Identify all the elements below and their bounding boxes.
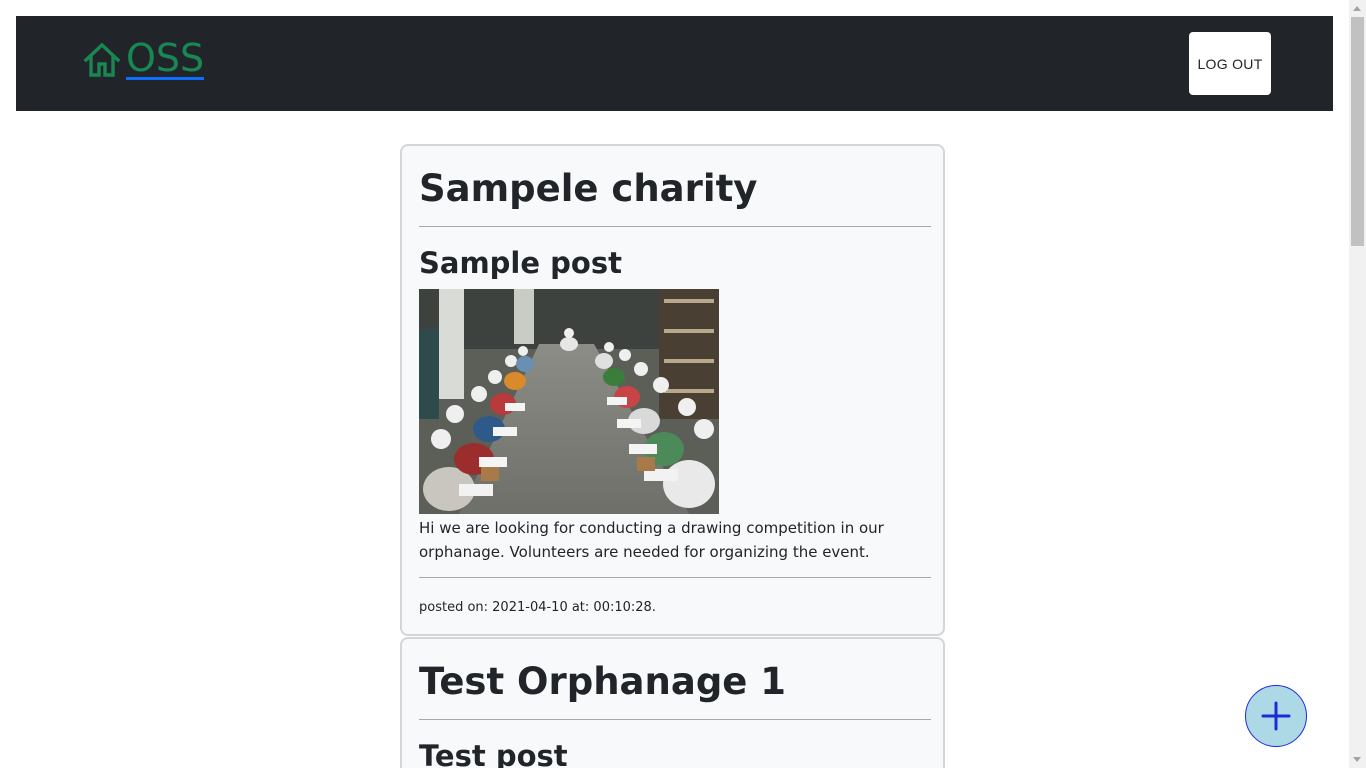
plus-icon	[1261, 701, 1291, 731]
post-card: Sampele charity Sample post Hi we are lo…	[400, 144, 945, 636]
vertical-scrollbar[interactable]	[1349, 0, 1366, 768]
home-icon	[83, 42, 121, 77]
divider	[419, 577, 931, 578]
post-body: Hi we are looking for conducting a drawi…	[419, 519, 884, 561]
add-post-button[interactable]	[1245, 685, 1307, 747]
post-image	[419, 289, 719, 514]
post-title: Test post	[419, 739, 568, 768]
post-timestamp: posted on: 2021-04-10 at: 00:10:28.	[419, 600, 656, 615]
post-title: Sample post	[419, 246, 622, 280]
organization-name: Sampele charity	[419, 167, 758, 210]
logout-button[interactable]: LOG OUT	[1189, 32, 1271, 95]
divider	[419, 719, 931, 720]
page: OSS LOG OUT Sampele charity Sample post	[0, 0, 1366, 768]
scroll-up-arrow-icon[interactable]	[1353, 6, 1361, 11]
scroll-down-arrow-icon[interactable]	[1353, 757, 1361, 762]
divider	[419, 226, 931, 227]
brand-link[interactable]: OSS	[82, 36, 205, 82]
scrollbar-thumb[interactable]	[1351, 17, 1364, 246]
organization-name: Test Orphanage 1	[419, 660, 787, 703]
brand-name: OSS	[126, 36, 205, 80]
post-card: Test Orphanage 1 Test post	[400, 637, 945, 768]
top-navbar: OSS LOG OUT	[16, 16, 1333, 111]
